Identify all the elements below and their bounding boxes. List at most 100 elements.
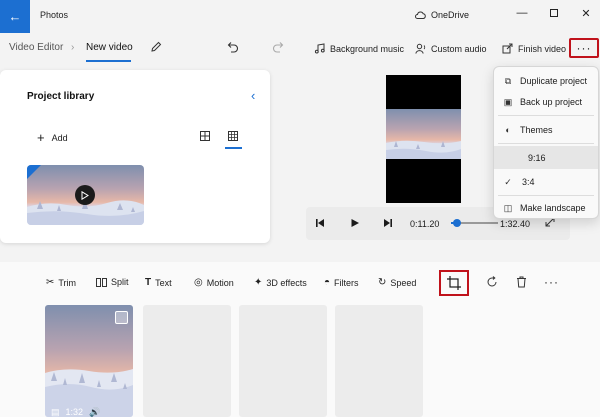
- menu-item-make-landscape[interactable]: ◫ Make landscape: [494, 197, 598, 219]
- clip-checkbox[interactable]: [115, 311, 128, 324]
- arrow-left-icon: ←: [8, 9, 22, 24]
- app-title: Photos: [40, 10, 69, 20]
- preview-frame-image: [386, 109, 461, 159]
- undo-icon: [227, 42, 239, 53]
- view-grid-large-button[interactable]: [200, 131, 210, 143]
- tool-label: Text: [155, 277, 172, 288]
- background-music-button[interactable]: Background music: [314, 43, 404, 54]
- trash-icon: [517, 276, 526, 288]
- custom-audio-label: Custom audio: [431, 43, 487, 54]
- grid-small-icon: [228, 131, 238, 141]
- motion-button[interactable]: ◎ Motion: [194, 277, 234, 288]
- rotate-button[interactable]: [486, 276, 498, 290]
- selected-corner-icon: [27, 165, 41, 179]
- tool-label: Speed: [390, 277, 417, 288]
- 3d-effects-button[interactable]: ✦ 3D effects: [254, 277, 307, 288]
- menu-item-aspect-9-16[interactable]: 9:16: [494, 146, 598, 169]
- play-button[interactable]: [350, 218, 360, 230]
- more-icon: ···: [544, 275, 559, 289]
- project-library-title: Project library: [27, 91, 95, 102]
- music-note-icon: [314, 43, 325, 54]
- back-button[interactable]: ←: [0, 0, 30, 33]
- crop-button[interactable]: [439, 270, 469, 296]
- breadcrumb-video-editor[interactable]: Video Editor: [9, 42, 63, 53]
- split-button[interactable]: Split: [96, 277, 129, 287]
- clip-image-icon: ▤: [51, 406, 60, 417]
- tool-label: Filters: [334, 277, 359, 288]
- plus-icon: +: [37, 130, 45, 145]
- menu-item-back-up-project[interactable]: ▣ Back up project: [494, 91, 598, 113]
- split-icon: [96, 277, 107, 287]
- close-icon: ✕: [581, 7, 591, 20]
- speed-button[interactable]: ↻ Speed: [378, 277, 416, 288]
- close-button[interactable]: ✕: [576, 4, 596, 22]
- menu-item-aspect-3-4[interactable]: ✓ 3:4: [494, 171, 598, 193]
- redo-icon: [272, 42, 284, 53]
- landscape-icon: ◫: [503, 202, 513, 213]
- undo-button[interactable]: [226, 41, 239, 55]
- menu-item-label: 3:4: [522, 177, 535, 187]
- storyboard-clip[interactable]: ▤ 1:32 🔊: [45, 305, 133, 417]
- breadcrumb-project-name[interactable]: New video: [86, 42, 133, 53]
- onedrive-status[interactable]: OneDrive: [415, 10, 469, 20]
- menu-item-duplicate-project[interactable]: ⧉ Duplicate project: [494, 70, 598, 92]
- menu-item-themes[interactable]: ◐ Themes: [494, 119, 598, 141]
- title-bar: [0, 0, 600, 33]
- rename-button[interactable]: [150, 41, 162, 55]
- finish-video-button[interactable]: Finish video: [502, 43, 566, 54]
- breadcrumb-separator-icon: ›: [71, 42, 75, 53]
- menu-divider: [498, 195, 594, 196]
- empty-clip-slot[interactable]: [239, 305, 327, 417]
- add-media-button[interactable]: + Add: [37, 130, 68, 145]
- trim-button[interactable]: ✂ Trim: [46, 277, 76, 288]
- duplicate-icon: ⧉: [504, 75, 512, 86]
- filters-button[interactable]: ◓ Filters: [324, 277, 359, 288]
- seek-track[interactable]: [451, 219, 498, 227]
- skip-forward-icon: [384, 219, 392, 227]
- themes-icon: ◐: [505, 125, 511, 135]
- minimize-icon: —: [516, 7, 528, 19]
- export-icon: [502, 43, 513, 54]
- collapse-library-button[interactable]: ‹: [251, 88, 255, 103]
- menu-divider: [498, 115, 594, 116]
- tool-label: 3D effects: [266, 277, 307, 288]
- current-time: 0:11.20: [410, 219, 440, 229]
- person-audio-icon: [415, 43, 426, 54]
- speed-icon: ↻: [378, 277, 387, 288]
- storyboard-more-button[interactable]: ···: [544, 275, 559, 289]
- clip-duration: 1:32: [65, 407, 84, 417]
- more-options-button[interactable]: ···: [569, 38, 599, 58]
- menu-item-label: Make landscape: [520, 203, 586, 213]
- library-video-thumbnail[interactable]: [27, 165, 144, 225]
- menu-item-label: Duplicate project: [520, 76, 588, 86]
- more-icon: ···: [576, 41, 592, 55]
- tool-label: Motion: [206, 277, 234, 288]
- minimize-button[interactable]: —: [512, 4, 532, 22]
- empty-clip-slot[interactable]: [335, 305, 423, 417]
- skip-back-button[interactable]: [315, 218, 325, 230]
- crop-icon: [447, 276, 461, 290]
- menu-item-label: Back up project: [520, 97, 583, 107]
- custom-audio-button[interactable]: Custom audio: [415, 43, 487, 54]
- speaker-icon: 🔊: [89, 406, 101, 417]
- text-button[interactable]: T Text: [145, 277, 172, 288]
- delete-button[interactable]: [516, 276, 527, 290]
- redo-button[interactable]: [272, 41, 285, 55]
- add-label: Add: [51, 132, 68, 143]
- play-thumbnail-icon: [75, 185, 95, 205]
- clip-info-bar: ▤ 1:32 🔊: [45, 407, 133, 417]
- chevron-left-icon: ‹: [251, 88, 256, 103]
- seek-thumb[interactable]: [452, 219, 461, 227]
- view-grid-small-button[interactable]: [228, 131, 238, 143]
- maximize-icon: [550, 9, 558, 17]
- tool-label: Trim: [58, 277, 77, 288]
- grid-large-icon: [200, 131, 210, 141]
- maximize-button[interactable]: [544, 4, 564, 22]
- view-selected-indicator: [225, 147, 242, 149]
- menu-item-label: Themes: [520, 125, 553, 135]
- skip-forward-button[interactable]: [383, 218, 393, 230]
- onedrive-label: OneDrive: [431, 10, 470, 20]
- trim-icon: ✂: [46, 277, 55, 288]
- empty-clip-slot[interactable]: [143, 305, 231, 417]
- menu-divider: [498, 143, 594, 144]
